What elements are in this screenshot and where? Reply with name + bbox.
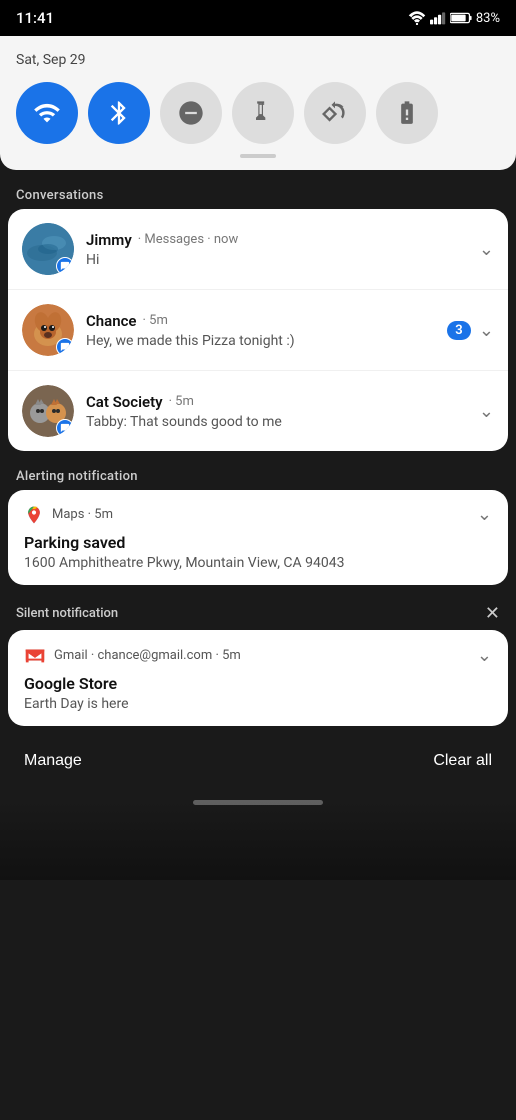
maps-title: Parking saved bbox=[24, 533, 492, 552]
cat-society-header: Cat Society · 5m bbox=[86, 393, 471, 411]
gmail-app-meta: Gmail · chance@gmail.com · 5m bbox=[54, 648, 469, 663]
battery-percentage: 83% bbox=[476, 11, 500, 26]
silent-notification-card: Gmail · chance@gmail.com · 5m ⌄ Google S… bbox=[8, 630, 508, 726]
qs-tile-battery-saver[interactable] bbox=[376, 82, 438, 144]
cat-society-name: Cat Society bbox=[86, 393, 163, 411]
qs-tiles bbox=[16, 82, 500, 144]
avatar-jimmy-badge bbox=[56, 257, 74, 275]
qs-tile-flashlight[interactable] bbox=[232, 82, 294, 144]
cat-society-message: Tabby: That sounds good to me bbox=[86, 414, 471, 430]
avatar-cat-society bbox=[22, 385, 74, 437]
gmail-chevron[interactable]: ⌄ bbox=[477, 645, 492, 666]
gmail-notification[interactable]: Gmail · chance@gmail.com · 5m ⌄ Google S… bbox=[8, 630, 508, 726]
status-time: 11:41 bbox=[16, 9, 54, 27]
maps-icon bbox=[24, 505, 44, 525]
status-icons: 83% bbox=[408, 11, 500, 26]
gmail-icon bbox=[24, 644, 46, 666]
maps-chevron[interactable]: ⌄ bbox=[477, 504, 492, 525]
manage-button[interactable]: Manage bbox=[24, 748, 82, 774]
chance-header: Chance · 5m bbox=[86, 312, 439, 330]
clear-all-button[interactable]: Clear all bbox=[433, 748, 492, 774]
qs-tile-dnd[interactable] bbox=[160, 82, 222, 144]
gmail-body: Earth Day is here bbox=[24, 696, 492, 712]
avatar-chance-badge bbox=[56, 338, 74, 356]
chance-badge-count: 3 bbox=[447, 321, 471, 340]
conversation-jimmy[interactable]: Jimmy · Messages · now Hi ⌄ bbox=[8, 209, 508, 290]
avatar-chance bbox=[22, 304, 74, 356]
avatar-jimmy bbox=[22, 223, 74, 275]
jimmy-meta: · Messages · now bbox=[138, 232, 238, 247]
chance-content: Chance · 5m Hey, we made this Pizza toni… bbox=[86, 312, 439, 349]
chance-meta: · 5m bbox=[143, 313, 168, 328]
signal-icon bbox=[430, 11, 446, 25]
cat-society-content: Cat Society · 5m Tabby: That sounds good… bbox=[86, 393, 471, 430]
jimmy-content: Jimmy · Messages · now Hi bbox=[86, 231, 471, 268]
chance-name: Chance bbox=[86, 312, 137, 330]
silent-section-label: Silent notification bbox=[16, 606, 118, 621]
bottom-bar: Manage Clear all bbox=[0, 734, 516, 788]
avatar-cat-badge bbox=[56, 419, 74, 437]
silent-close-button[interactable]: ✕ bbox=[485, 603, 500, 624]
jimmy-chevron[interactable]: ⌄ bbox=[479, 239, 494, 260]
conversations-section-label: Conversations bbox=[0, 178, 516, 209]
chance-actions: 3 ⌄ bbox=[447, 320, 494, 341]
silent-header: Silent notification ✕ bbox=[0, 593, 516, 630]
jimmy-actions: ⌄ bbox=[479, 239, 494, 260]
chance-message: Hey, we made this Pizza tonight :) bbox=[86, 333, 439, 349]
cat-society-meta: · 5m bbox=[169, 394, 194, 409]
jimmy-message: Hi bbox=[86, 252, 471, 268]
quick-settings-panel: Sat, Sep 29 bbox=[0, 36, 516, 170]
battery-icon bbox=[450, 12, 472, 24]
gmail-title: Google Store bbox=[24, 674, 492, 693]
maps-header: Maps · 5m ⌄ bbox=[24, 504, 492, 525]
alerting-section-label: Alerting notification bbox=[0, 459, 516, 490]
maps-app-meta: Maps · 5m bbox=[52, 507, 469, 522]
maps-body: 1600 Amphitheatre Pkwy, Mountain View, C… bbox=[24, 555, 492, 571]
drag-handle bbox=[240, 154, 276, 158]
chance-chevron[interactable]: ⌄ bbox=[479, 320, 494, 341]
maps-notification[interactable]: Maps · 5m ⌄ Parking saved 1600 Amphithea… bbox=[8, 490, 508, 585]
conversation-chance[interactable]: Chance · 5m Hey, we made this Pizza toni… bbox=[8, 290, 508, 371]
qs-tile-rotate[interactable] bbox=[304, 82, 366, 144]
status-bar: 11:41 83% bbox=[0, 0, 516, 36]
home-indicator bbox=[193, 800, 323, 805]
jimmy-name: Jimmy bbox=[86, 231, 132, 249]
qs-tile-wifi[interactable] bbox=[16, 82, 78, 144]
date-label: Sat, Sep 29 bbox=[16, 52, 500, 68]
wifi-icon bbox=[408, 11, 426, 25]
qs-tile-bluetooth[interactable] bbox=[88, 82, 150, 144]
gmail-header: Gmail · chance@gmail.com · 5m ⌄ bbox=[24, 644, 492, 666]
conversation-cat-society[interactable]: Cat Society · 5m Tabby: That sounds good… bbox=[8, 371, 508, 451]
dark-footer bbox=[0, 800, 516, 880]
cat-society-actions: ⌄ bbox=[479, 401, 494, 422]
conversations-card: Jimmy · Messages · now Hi ⌄ bbox=[8, 209, 508, 451]
cat-society-chevron[interactable]: ⌄ bbox=[479, 401, 494, 422]
alerting-notification-card: Maps · 5m ⌄ Parking saved 1600 Amphithea… bbox=[8, 490, 508, 585]
jimmy-header: Jimmy · Messages · now bbox=[86, 231, 471, 249]
